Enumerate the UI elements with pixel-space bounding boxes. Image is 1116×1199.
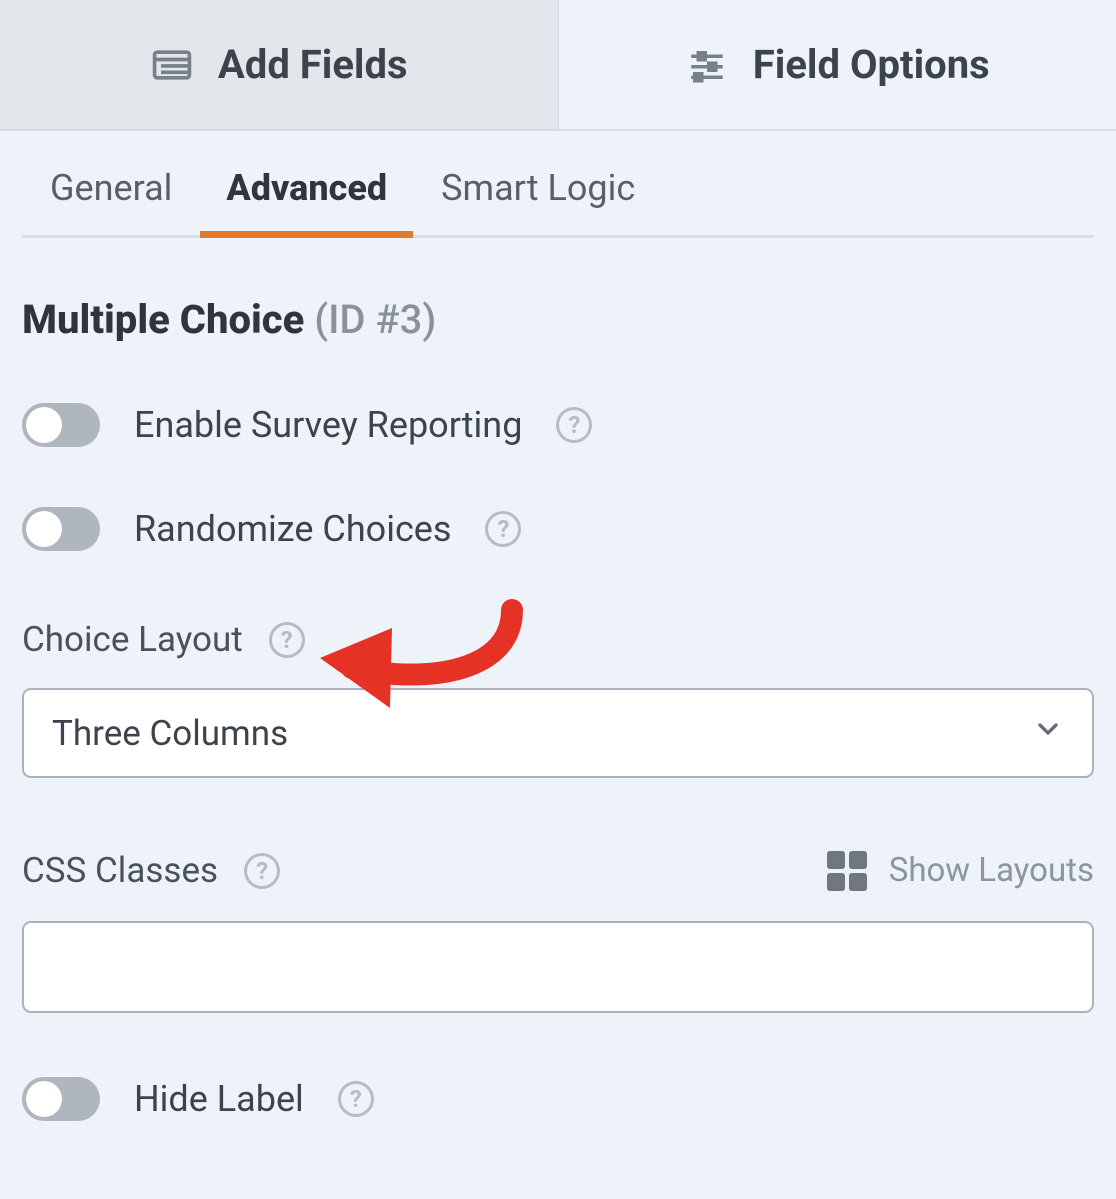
panel-top-tabs: Add Fields Field Options bbox=[0, 0, 1116, 131]
toggle-randomize[interactable] bbox=[22, 507, 100, 551]
input-css-classes[interactable] bbox=[22, 921, 1094, 1013]
label-css-classes: CSS Classes bbox=[22, 850, 218, 891]
layouts-grid-icon bbox=[827, 851, 867, 891]
help-icon[interactable]: ? bbox=[269, 622, 305, 658]
row-hide-label: Hide Label ? bbox=[22, 1077, 1094, 1121]
sub-tabs: General Advanced Smart Logic bbox=[22, 161, 1094, 238]
help-icon[interactable]: ? bbox=[556, 407, 592, 443]
chevron-down-icon bbox=[1032, 713, 1064, 754]
tab-add-fields[interactable]: Add Fields bbox=[0, 0, 558, 129]
tab-field-options-label: Field Options bbox=[753, 41, 990, 88]
label-randomize: Randomize Choices bbox=[134, 508, 451, 550]
tab-add-fields-label: Add Fields bbox=[218, 41, 408, 88]
field-title: Multiple Choice (ID #3) bbox=[22, 296, 1094, 343]
show-layouts-label: Show Layouts bbox=[889, 851, 1094, 890]
field-id-label: (ID #3) bbox=[314, 296, 436, 343]
field-type-name: Multiple Choice bbox=[22, 296, 304, 343]
label-hide-label: Hide Label bbox=[134, 1078, 304, 1120]
toggle-hide-label[interactable] bbox=[22, 1077, 100, 1121]
select-choice-layout-value: Three Columns bbox=[52, 713, 288, 754]
label-choice-layout-row: Choice Layout ? bbox=[22, 619, 1094, 660]
content-area: General Advanced Smart Logic Multiple Ch… bbox=[0, 131, 1116, 1121]
help-icon[interactable]: ? bbox=[244, 853, 280, 889]
row-enable-survey: Enable Survey Reporting ? bbox=[22, 403, 1094, 447]
subtab-advanced[interactable]: Advanced bbox=[226, 167, 387, 235]
subtab-general[interactable]: General bbox=[50, 167, 172, 235]
subtab-smart-logic[interactable]: Smart Logic bbox=[441, 167, 635, 235]
row-randomize: Randomize Choices ? bbox=[22, 507, 1094, 551]
help-icon[interactable]: ? bbox=[338, 1081, 374, 1117]
show-layouts-button[interactable]: Show Layouts bbox=[827, 851, 1094, 891]
sliders-icon bbox=[685, 43, 729, 87]
help-icon[interactable]: ? bbox=[485, 511, 521, 547]
select-choice-layout[interactable]: Three Columns bbox=[22, 688, 1094, 778]
tab-field-options[interactable]: Field Options bbox=[559, 0, 1116, 129]
label-enable-survey: Enable Survey Reporting bbox=[134, 404, 522, 446]
list-form-icon bbox=[150, 43, 194, 87]
toggle-enable-survey[interactable] bbox=[22, 403, 100, 447]
label-choice-layout: Choice Layout bbox=[22, 619, 243, 660]
row-css-classes: CSS Classes ? Show Layouts bbox=[22, 850, 1094, 891]
